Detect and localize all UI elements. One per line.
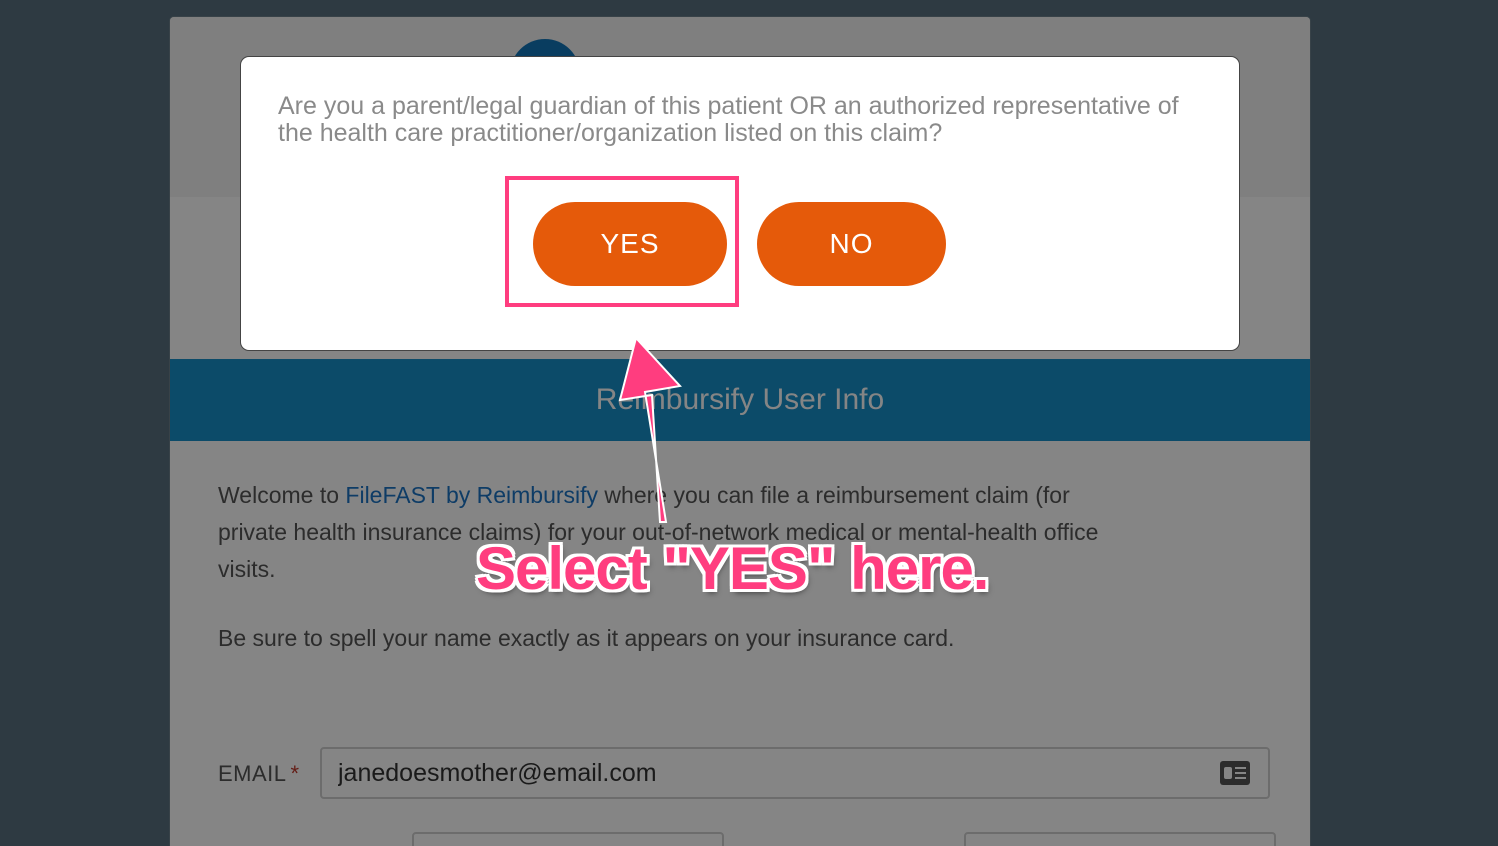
instruction-annotation: Select "YES" here. xyxy=(476,535,989,602)
dialog-question: Are you a parent/legal guardian of this … xyxy=(278,92,1179,147)
no-button[interactable]: NO xyxy=(757,202,946,286)
guardian-confirm-dialog: Are you a parent/legal guardian of this … xyxy=(241,57,1239,350)
yes-button[interactable]: YES xyxy=(533,202,727,286)
